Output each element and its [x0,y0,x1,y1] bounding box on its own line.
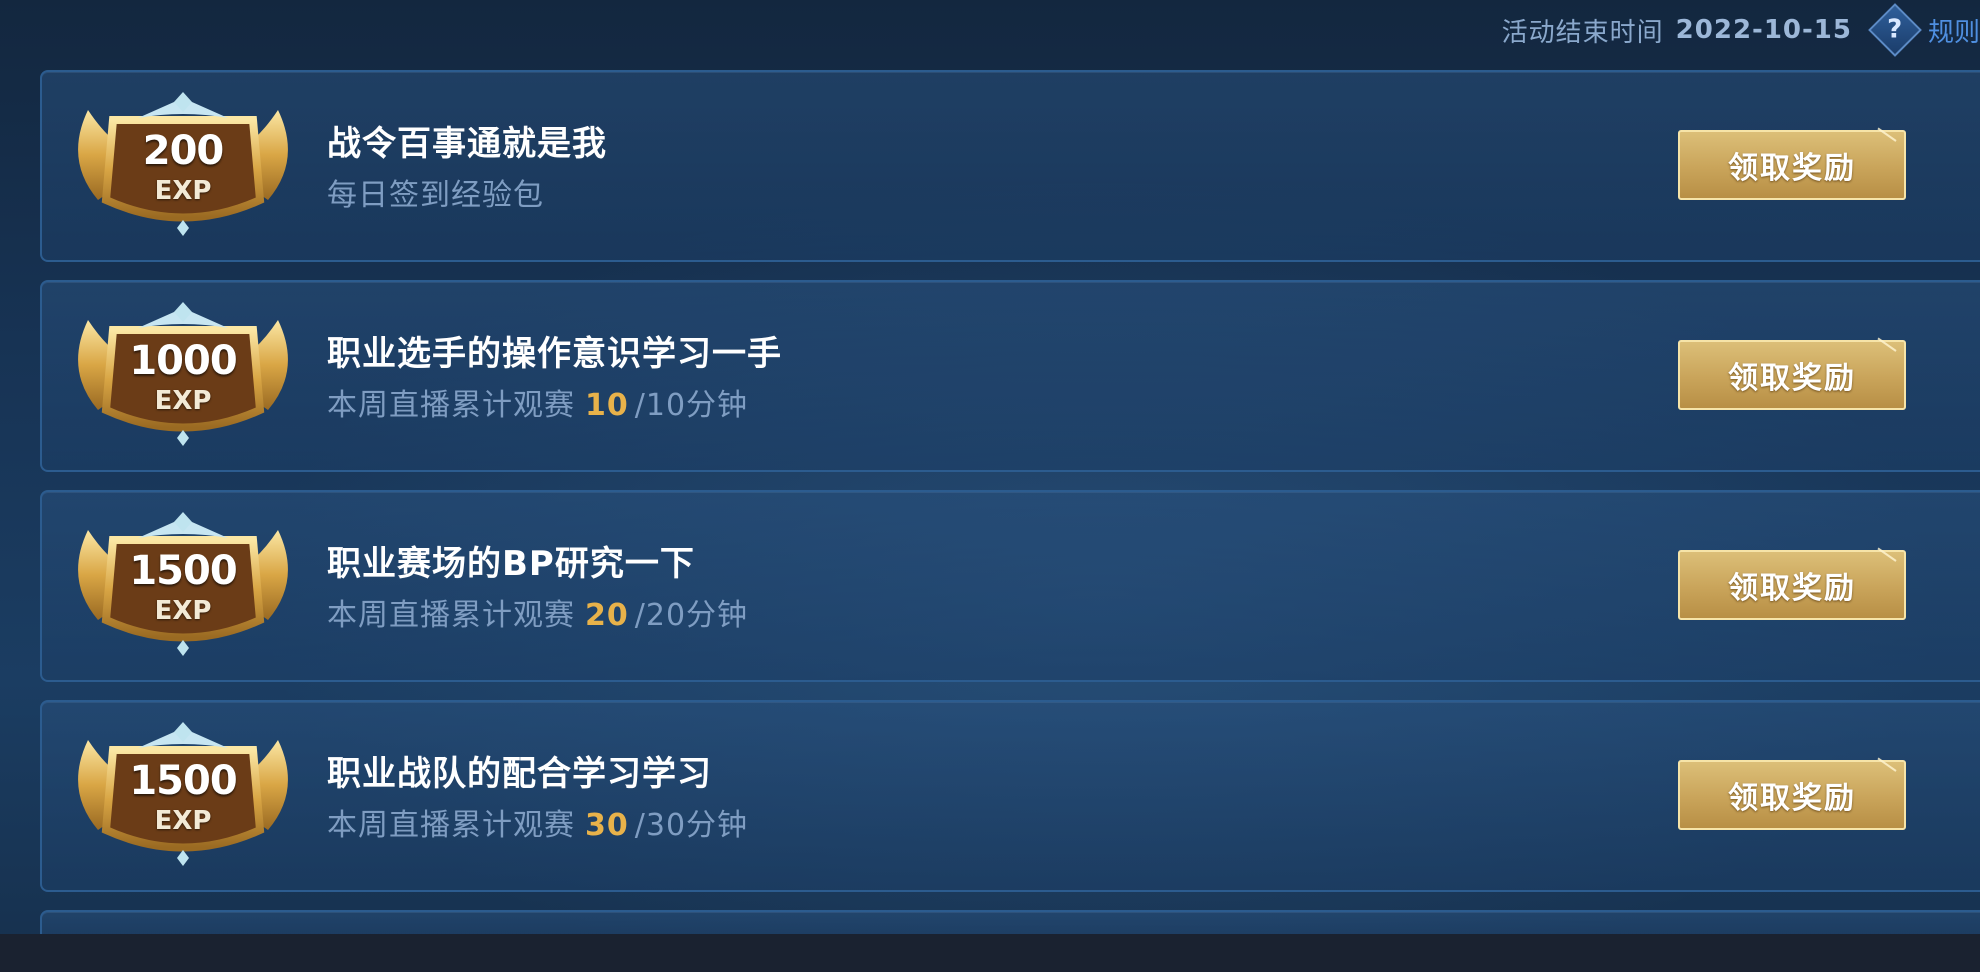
end-time-label: 活动结束时间 [1501,17,1664,48]
claim-reward-button[interactable]: 领取奖励 [1678,760,1906,830]
rules-label: 规则 [1927,17,1980,48]
progress-value: 20 [585,598,629,633]
task-card: 200 EXP 战令百事通就是我 每日签到经验包 领取奖励 [40,70,1980,262]
task-title: 职业赛场的BP研究一下 [327,544,695,584]
task-subtitle: 本周直播累计观赛 20/20分钟 [327,590,748,634]
progress-value: 30 [585,808,629,843]
progress-target: /30分钟 [634,808,749,843]
claim-reward-button[interactable]: 领取奖励 [1678,130,1906,200]
task-title: 职业战队的配合学习学习 [327,754,712,794]
help-symbol: ? [1887,15,1903,45]
exp-unit: EXP [154,176,212,206]
task-description: 本周直播累计观赛 [327,388,575,423]
exp-amount: 200 [142,128,225,174]
exp-badge-icon: 1500 EXP [68,720,298,870]
activity-header: 活动结束时间 2022-10-15 ? 规则 [1501,3,1980,57]
exp-badge-icon: 200 EXP [68,90,298,240]
exp-amount: 1500 [129,758,237,804]
task-title: 战令百事通就是我 [327,124,607,164]
task-list: 200 EXP 战令百事通就是我 每日签到经验包 领取奖励 1000 EXP 职… [40,70,1980,950]
bottom-bar [0,934,1980,972]
task-card: 1000 EXP 职业选手的操作意识学习一手 本周直播累计观赛 10/10分钟 领… [40,280,1980,472]
task-subtitle: 本周直播累计观赛 10/10分钟 [327,380,748,424]
task-card: 1500 EXP 职业战队的配合学习学习 本周直播累计观赛 30/30分钟 领取奖… [40,700,1980,892]
task-subtitle: 本周直播累计观赛 30/30分钟 [327,800,748,844]
progress-value: 10 [585,388,629,423]
exp-unit: EXP [154,386,212,416]
task-description: 本周直播累计观赛 [327,598,575,633]
exp-amount: 1500 [129,548,237,594]
task-title: 职业选手的操作意识学习一手 [327,334,782,374]
task-description: 每日签到经验包 [327,178,544,213]
exp-amount: 1000 [129,338,237,384]
exp-badge-icon: 1000 EXP [68,300,298,450]
exp-badge-icon: 1500 EXP [68,510,298,660]
exp-unit: EXP [154,806,212,836]
rules-button[interactable]: ? 规则 [1868,3,1980,57]
task-subtitle: 每日签到经验包 [327,170,544,214]
end-date: 2022-10-15 [1675,15,1852,45]
task-description: 本周直播累计观赛 [327,808,575,843]
help-icon: ? [1868,3,1922,57]
task-card: 1500 EXP 职业赛场的BP研究一下 本周直播累计观赛 20/20分钟 领取奖… [40,490,1980,682]
exp-unit: EXP [154,596,212,626]
progress-target: /20分钟 [634,598,749,633]
progress-target: /10分钟 [634,388,749,423]
claim-reward-button[interactable]: 领取奖励 [1678,340,1906,410]
claim-reward-button[interactable]: 领取奖励 [1678,550,1906,620]
